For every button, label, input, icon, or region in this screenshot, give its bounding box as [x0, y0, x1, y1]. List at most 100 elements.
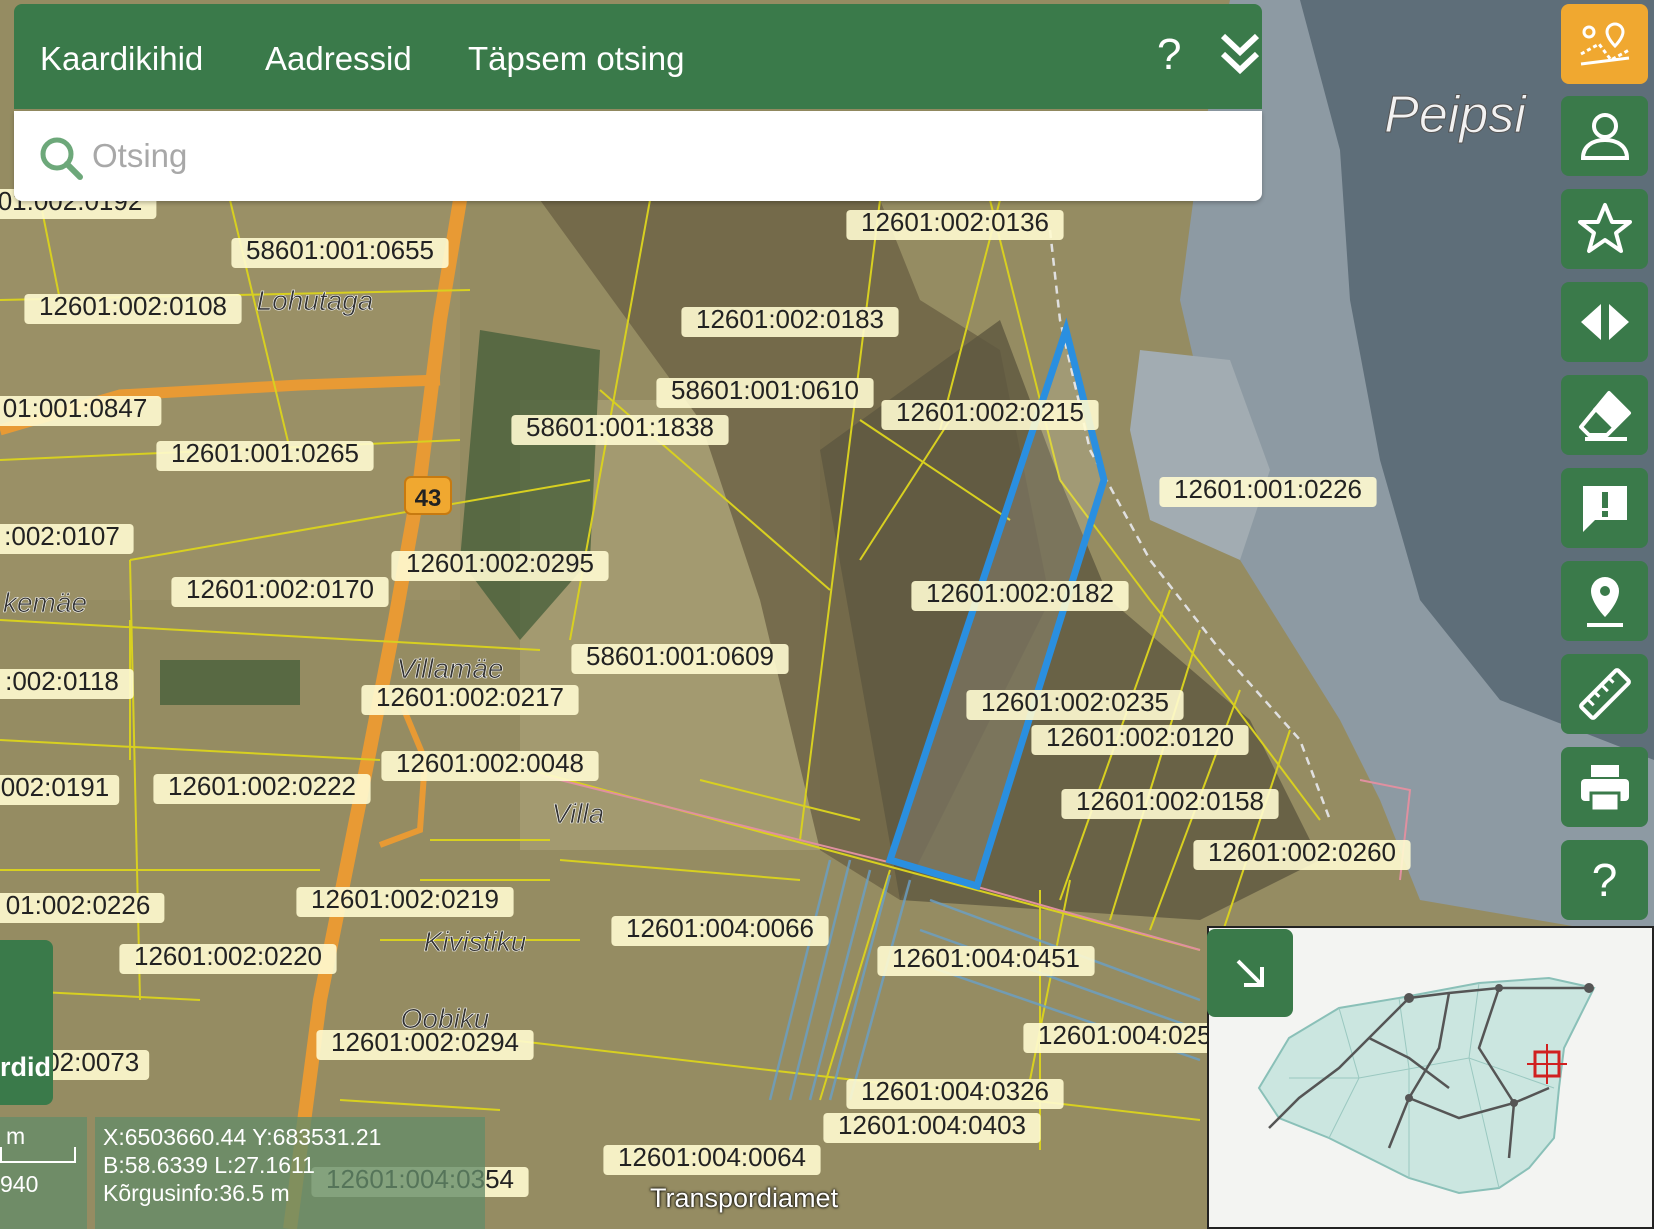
svg-text:12601:002:0260: 12601:002:0260	[1208, 837, 1396, 867]
svg-text:12601:002:0183: 12601:002:0183	[696, 304, 884, 334]
tab-advanced-search[interactable]: Täpsem otsing	[468, 40, 684, 78]
parcel-label[interactable]: 12601:002:0182	[911, 578, 1129, 611]
parcel-label[interactable]: 12601:001:0265	[156, 438, 374, 471]
svg-text:43: 43	[415, 485, 442, 512]
svg-text:58601:001:0610: 58601:001:0610	[671, 375, 859, 405]
parcel-label[interactable]: 12601:002:0295	[391, 548, 609, 581]
parcel-label[interactable]: 58601:001:0610	[656, 375, 874, 408]
scale-value: 940	[0, 1171, 39, 1197]
measure-button[interactable]	[1561, 654, 1648, 734]
svg-text:12601:004:0326: 12601:004:0326	[861, 1076, 1049, 1106]
svg-text:12601:002:0136: 12601:002:0136	[861, 207, 1049, 237]
parcel-label[interactable]: 12601:004:0451	[877, 943, 1095, 976]
svg-text:58601:001:0655: 58601:001:0655	[246, 235, 434, 265]
svg-text::002:0118: :002:0118	[5, 666, 119, 696]
parcel-label[interactable]: 12601:002:0217	[361, 682, 579, 715]
svg-text:58601:001:0609: 58601:001:0609	[586, 641, 774, 671]
parcel-label[interactable]: 58601:001:0655	[231, 235, 449, 268]
search-icon	[40, 137, 83, 180]
scale-line	[0, 1147, 76, 1163]
compare-arrows-icon	[1580, 304, 1629, 340]
svg-text:12601:004:0451: 12601:004:0451	[892, 943, 1080, 973]
favorites-button[interactable]	[1561, 189, 1648, 269]
scale-unit: m	[6, 1123, 26, 1149]
route-map-button[interactable]	[1561, 4, 1648, 84]
parcel-label[interactable]: 12601:002:0183	[681, 304, 899, 337]
search-input[interactable]	[90, 129, 1194, 183]
parcel-label[interactable]: 12601:004:0066	[611, 913, 829, 946]
parcel-label[interactable]: 12601:004:0064	[603, 1142, 821, 1175]
eraser-button[interactable]	[1561, 375, 1648, 455]
parcel-label[interactable]: 12601:002:0260	[1193, 837, 1411, 870]
location-button[interactable]	[1561, 561, 1648, 641]
place-name-label: Kivistiku	[424, 926, 527, 957]
tab-addresses[interactable]: Aadressid	[265, 40, 412, 78]
svg-text:12601:002:0120: 12601:002:0120	[1046, 722, 1234, 752]
coords-xy: X:6503660.44 Y:683531.21	[103, 1124, 382, 1150]
parcel-label[interactable]: 01:001:0847	[0, 393, 162, 426]
svg-text:12601:004:0403: 12601:004:0403	[838, 1110, 1026, 1140]
parcel-label[interactable]: 12601:002:0215	[881, 397, 1099, 430]
svg-text:12601:004:0253: 12601:004:0253	[1038, 1020, 1226, 1050]
svg-text:12601:002:0219: 12601:002:0219	[311, 884, 499, 914]
parcel-label[interactable]: 12601:002:0158	[1061, 786, 1279, 819]
svg-text:12601:002:0158: 12601:002:0158	[1076, 786, 1264, 816]
parcel-label[interactable]: 12601:004:0326	[846, 1076, 1064, 1109]
route-map-icon	[1579, 22, 1630, 66]
feedback-icon	[1582, 486, 1627, 532]
svg-text:58601:001:1838: 58601:001:1838	[526, 412, 714, 442]
parcel-label[interactable]: 12601:002:0235	[966, 687, 1184, 720]
parcel-label[interactable]: :002:0118	[0, 666, 134, 699]
svg-text:12601:002:0222: 12601:002:0222	[168, 771, 356, 801]
place-name-label: Peipsi	[1384, 86, 1527, 144]
place-name-label: Lohutaga	[257, 285, 374, 316]
parcel-label[interactable]: 12601:002:0219	[296, 884, 514, 917]
ruler-icon	[1578, 668, 1631, 720]
tab-map-layers[interactable]: Kaardikihid	[40, 40, 203, 78]
print-button[interactable]	[1561, 747, 1648, 827]
svg-text:12601:004:0066: 12601:004:0066	[626, 913, 814, 943]
svg-text:12601:002:0235: 12601:002:0235	[981, 687, 1169, 717]
star-icon	[1577, 203, 1632, 253]
parcel-label[interactable]: 12601:002:0170	[171, 574, 389, 607]
place-name-label: Oobiku	[401, 1003, 490, 1034]
parcel-label[interactable]: 12601:002:0220	[119, 941, 337, 974]
parcel-label[interactable]: 002:0191	[0, 772, 120, 805]
help-button[interactable]: ?	[1561, 840, 1648, 920]
coordinates-panel: X:6503660.44 Y:683531.21 B:58.6339 L:27.…	[95, 1117, 485, 1229]
legends-tab-label[interactable]: rdid	[0, 1052, 51, 1083]
svg-text:12601:001:0226: 12601:001:0226	[1174, 474, 1362, 504]
svg-text:002:0191: 002:0191	[1, 772, 109, 802]
place-name-label: Villa	[552, 798, 604, 829]
compare-button[interactable]	[1561, 282, 1648, 362]
parcel-label[interactable]: 12601:001:0226	[1159, 474, 1377, 507]
parcel-label[interactable]: 12601:002:0136	[846, 207, 1064, 240]
user-button[interactable]	[1561, 96, 1648, 176]
parcel-label[interactable]: 01:002:0226	[0, 890, 165, 923]
place-name-label: Villamäe	[397, 653, 504, 684]
arrow-down-right-icon	[1236, 959, 1264, 987]
help-icon: ?	[1591, 854, 1618, 906]
overview-toggle-button[interactable]	[1207, 929, 1293, 1017]
svg-text:12601:002:0295: 12601:002:0295	[406, 548, 594, 578]
coords-elevation: Kõrgusinfo:36.5 m	[103, 1180, 290, 1206]
coords-bl: B:58.6339 L:27.1611	[103, 1152, 315, 1178]
header-help-button[interactable]: ?	[1157, 30, 1181, 80]
parcel-label[interactable]: 12601:002:0048	[381, 748, 599, 781]
parcel-label[interactable]: 12601:002:0222	[153, 771, 371, 804]
svg-text:01:002:0226: 01:002:0226	[6, 890, 151, 920]
printer-icon	[1580, 765, 1629, 813]
parcel-label[interactable]: 12601:004:0403	[823, 1110, 1041, 1143]
parcel-label[interactable]: :002:0107	[0, 521, 134, 554]
svg-text:12601:002:0170: 12601:002:0170	[186, 574, 374, 604]
parcel-label[interactable]: 12601:002:0108	[24, 291, 242, 324]
svg-text:12601:002:0182: 12601:002:0182	[926, 578, 1114, 608]
svg-text:12601:001:0265: 12601:001:0265	[171, 438, 359, 468]
svg-text:12601:002:0108: 12601:002:0108	[39, 291, 227, 321]
parcel-label[interactable]: 58601:001:0609	[571, 641, 789, 674]
parcel-label[interactable]: 12601:002:0120	[1031, 722, 1249, 755]
svg-text:12601:002:0048: 12601:002:0048	[396, 748, 584, 778]
double-chevron-down-icon[interactable]	[1217, 30, 1263, 78]
parcel-label[interactable]: 58601:001:1838	[511, 412, 729, 445]
feedback-button[interactable]	[1561, 468, 1648, 548]
